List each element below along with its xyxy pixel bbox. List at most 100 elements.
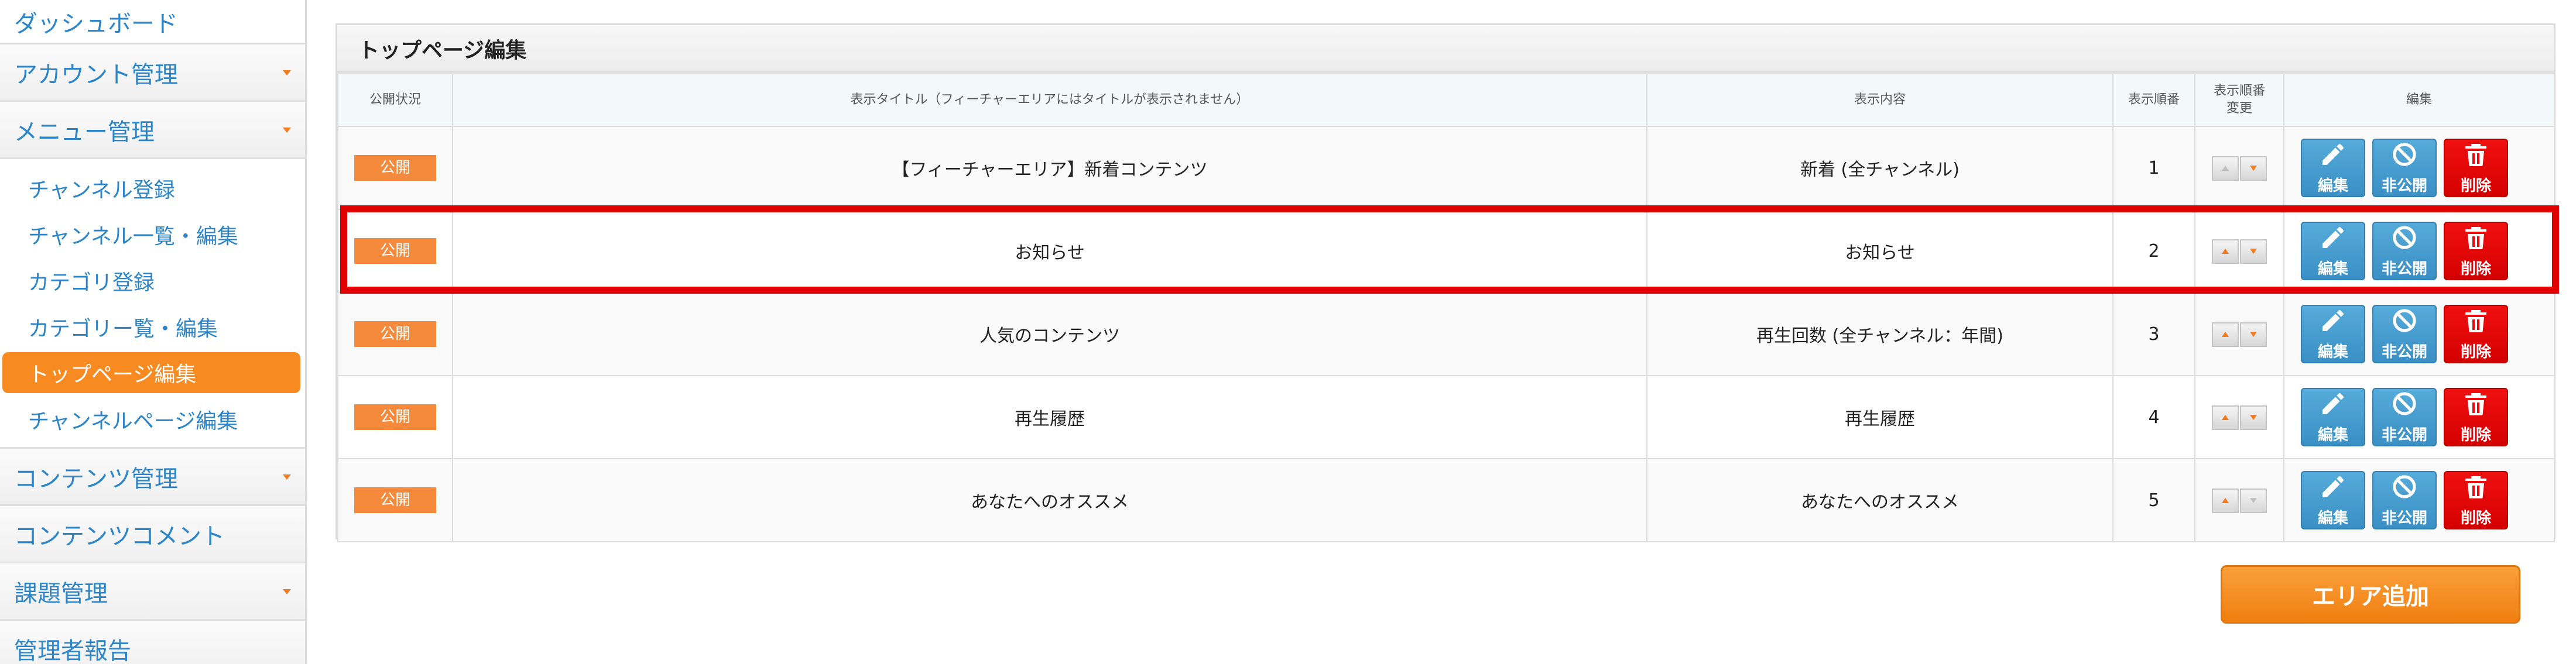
order-change-cell <box>2194 209 2284 293</box>
content-cell: 再生回数 (全チャンネル：年間) <box>1646 292 2113 376</box>
edit-button[interactable]: 編集 <box>2301 471 2365 529</box>
edit-button[interactable]: 編集 <box>2301 305 2365 363</box>
trash-icon <box>2462 223 2490 257</box>
ban-icon <box>2390 307 2419 340</box>
title-cell: 再生履歴 <box>452 375 1647 459</box>
col-header-order-change: 表示順番 変更 <box>2194 73 2284 127</box>
trash-icon <box>2462 307 2490 340</box>
title-cell: お知らせ <box>452 209 1647 293</box>
move-up-button[interactable] <box>2212 488 2239 513</box>
sidebar-subitem-channel-list[interactable]: チャンネル一覧・編集 <box>0 211 305 257</box>
sidebar-item-contents[interactable]: コンテンツ管理 <box>0 449 305 506</box>
move-up-button[interactable] <box>2212 156 2239 181</box>
col-header-status: 公開状況 <box>337 73 453 127</box>
arrow-up-icon <box>2222 166 2229 171</box>
status-cell: 公開 <box>337 126 453 210</box>
chevron-down-icon <box>283 474 291 480</box>
arrow-up-icon <box>2222 498 2229 504</box>
delete-button[interactable]: 削除 <box>2444 305 2508 363</box>
sidebar-item-admin-report[interactable]: 管理者報告 <box>0 621 305 664</box>
trash-icon <box>2462 140 2490 174</box>
pencil-icon <box>2319 140 2347 174</box>
edit-button[interactable]: 編集 <box>2301 388 2365 446</box>
unpublish-button[interactable]: 非公開 <box>2372 305 2437 363</box>
move-down-button[interactable] <box>2240 405 2267 430</box>
order-change-cell <box>2194 375 2284 459</box>
add-area-button[interactable]: エリア追加 <box>2221 565 2520 624</box>
sidebar-subitem-toppage-edit[interactable]: トップページ編集 <box>2 352 300 393</box>
move-down-button[interactable] <box>2240 156 2267 181</box>
delete-button[interactable]: 削除 <box>2444 222 2508 280</box>
arrow-down-icon <box>2250 166 2257 171</box>
sidebar-item-dashboard[interactable]: ダッシュボード <box>0 0 305 44</box>
col-header-order: 表示順番 <box>2112 73 2195 127</box>
order-change-cell <box>2194 126 2284 210</box>
move-down-button[interactable] <box>2240 488 2267 513</box>
row-actions: 編集 非公開 削除 <box>2284 471 2554 529</box>
sidebar-submenu: チャンネル登録 チャンネル一覧・編集 カテゴリ登録 カテゴリー覧・編集 トップペ… <box>0 159 305 449</box>
row-actions: 編集 非公開 削除 <box>2284 388 2554 446</box>
ban-icon <box>2390 390 2419 423</box>
status-badge: 公開 <box>354 321 436 347</box>
arrow-up-icon <box>2222 249 2229 254</box>
table-row: 公開 再生履歴 再生履歴 4 編集 非公開 削除 <box>337 375 2555 459</box>
sidebar-subitem-category-list[interactable]: カテゴリー覧・編集 <box>0 304 305 350</box>
col-header-content: 表示内容 <box>1646 73 2113 127</box>
pencil-icon <box>2319 390 2347 423</box>
sidebar-item-account[interactable]: アカウント管理 <box>0 44 305 102</box>
sidebar-item-comments[interactable]: コンテンツコメント <box>0 506 305 563</box>
arrow-down-icon <box>2250 249 2257 254</box>
order-cell: 5 <box>2112 458 2195 542</box>
toppage-edit-panel: トップページ編集 公開状況 表示タイトル（フィーチャーエリアにはタイトルが表示さ… <box>335 23 2556 542</box>
unpublish-button[interactable]: 非公開 <box>2372 388 2437 446</box>
status-cell: 公開 <box>337 209 453 293</box>
order-cell: 4 <box>2112 375 2195 459</box>
sidebar-item-menu[interactable]: メニュー管理 <box>0 102 305 159</box>
pencil-icon <box>2319 223 2347 257</box>
move-up-button[interactable] <box>2212 405 2239 430</box>
title-cell: あなたへのオススメ <box>452 458 1647 542</box>
move-up-button[interactable] <box>2212 322 2239 347</box>
edit-cell: 編集 非公開 削除 <box>2283 458 2555 542</box>
arrow-down-icon <box>2250 332 2257 338</box>
sidebar-item-tasks[interactable]: 課題管理 <box>0 563 305 621</box>
move-down-button[interactable] <box>2240 322 2267 347</box>
ban-icon <box>2390 140 2419 174</box>
arrow-down-icon <box>2250 415 2257 421</box>
col-header-edit: 編集 <box>2283 73 2555 127</box>
content-cell: お知らせ <box>1646 209 2113 293</box>
title-cell: 【フィーチャーエリア】新着コンテンツ <box>452 126 1647 210</box>
order-cell: 2 <box>2112 209 2195 293</box>
status-badge: 公開 <box>354 155 436 181</box>
order-control <box>2212 156 2267 181</box>
page-title: トップページ編集 <box>358 38 527 63</box>
arrow-up-icon <box>2222 332 2229 338</box>
pencil-icon <box>2319 307 2347 340</box>
edit-button[interactable]: 編集 <box>2301 222 2365 280</box>
pencil-icon <box>2319 473 2347 506</box>
delete-button[interactable]: 削除 <box>2444 139 2508 197</box>
move-down-button[interactable] <box>2240 239 2267 264</box>
delete-button[interactable]: 削除 <box>2444 388 2508 446</box>
table-row: 公開 人気のコンテンツ 再生回数 (全チャンネル：年間) 3 編集 非公開 削除 <box>337 292 2555 376</box>
edit-cell: 編集 非公開 削除 <box>2283 209 2555 293</box>
sidebar-subitem-category-register[interactable]: カテゴリ登録 <box>0 257 305 304</box>
order-control <box>2212 405 2267 430</box>
status-badge: 公開 <box>354 487 436 513</box>
sidebar-subitem-channel-register[interactable]: チャンネル登録 <box>0 165 305 211</box>
edit-cell: 編集 非公開 削除 <box>2283 292 2555 376</box>
order-cell: 1 <box>2112 126 2195 210</box>
content-cell: 新着 (全チャンネル) <box>1646 126 2113 210</box>
move-up-button[interactable] <box>2212 239 2239 264</box>
edit-button[interactable]: 編集 <box>2301 139 2365 197</box>
chevron-down-icon <box>283 589 291 594</box>
unpublish-button[interactable]: 非公開 <box>2372 471 2437 529</box>
unpublish-button[interactable]: 非公開 <box>2372 222 2437 280</box>
panel-header: トップページ編集 <box>337 25 2554 73</box>
sidebar-subitem-channelpage-edit[interactable]: チャンネルページ編集 <box>0 396 305 442</box>
title-cell: 人気のコンテンツ <box>452 292 1647 376</box>
col-header-title: 表示タイトル（フィーチャーエリアにはタイトルが表示されません） <box>452 73 1647 127</box>
unpublish-button[interactable]: 非公開 <box>2372 139 2437 197</box>
ban-icon <box>2390 473 2419 506</box>
delete-button[interactable]: 削除 <box>2444 471 2508 529</box>
